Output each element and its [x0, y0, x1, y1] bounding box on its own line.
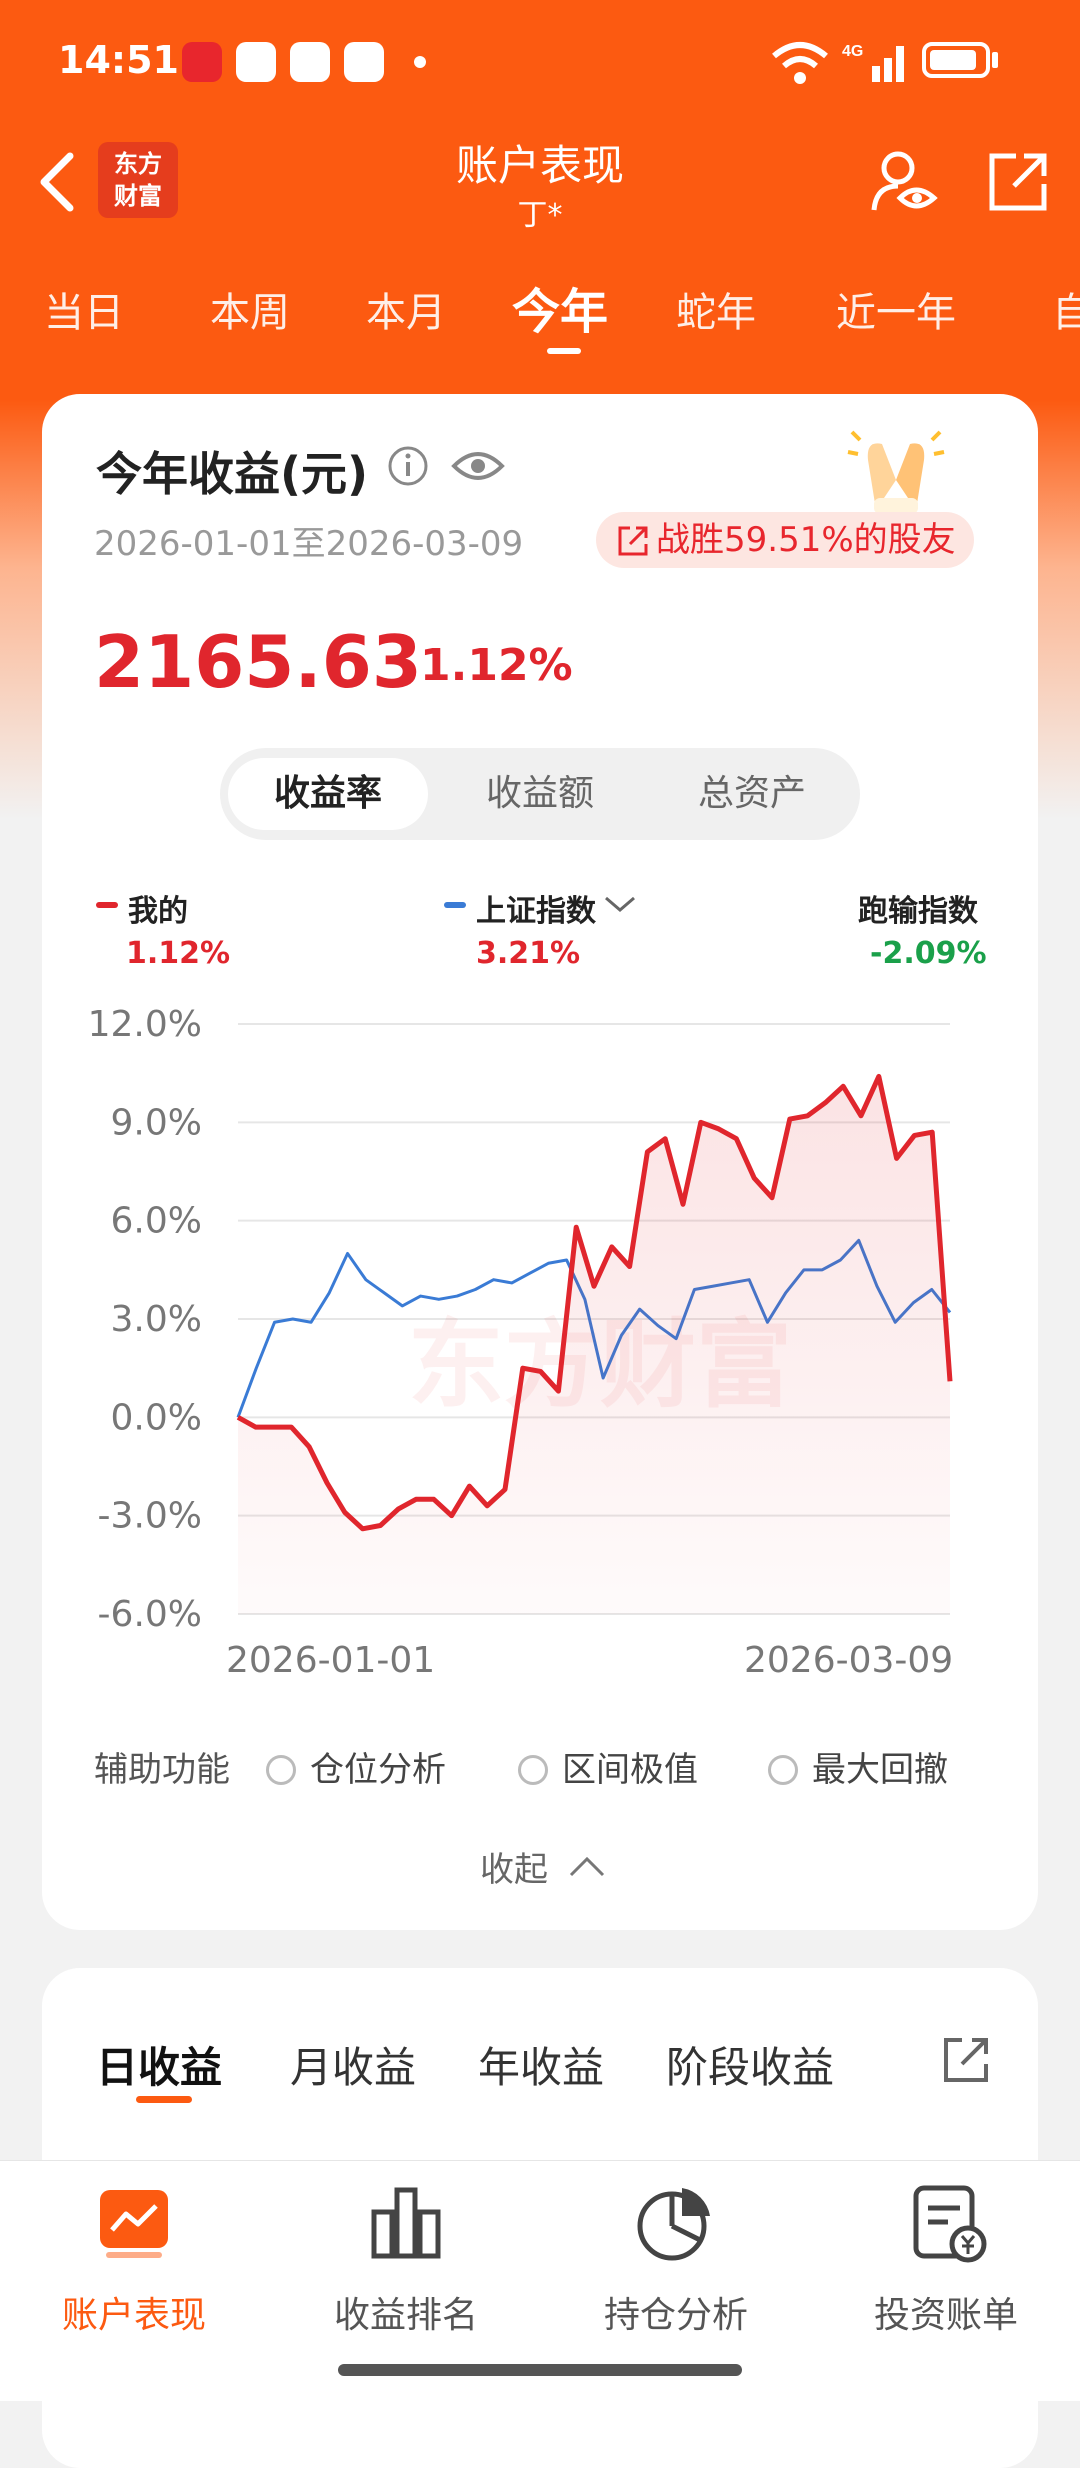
- y-tick-label: 12.0%: [88, 1004, 202, 1045]
- radio-icon: [768, 1755, 798, 1785]
- y-tick-label: -6.0%: [98, 1594, 202, 1635]
- option-max-drawdown[interactable]: 最大回撤: [768, 1742, 948, 1791]
- nav-return-ranking[interactable]: 收益排名: [296, 2178, 516, 2336]
- option-range-extremes[interactable]: 区间极值: [518, 1742, 698, 1791]
- collapse-label: 收起: [480, 1850, 548, 1890]
- tab-monthly-returns[interactable]: 月收益: [290, 2034, 416, 2095]
- returns-tab-indicator: [136, 2096, 192, 2103]
- radio-icon: [266, 1755, 296, 1785]
- nav-label: 收益排名: [333, 2295, 478, 2336]
- nav-holding-analysis[interactable]: 持仓分析: [566, 2178, 786, 2336]
- home-indicator: [338, 2364, 742, 2376]
- x-axis-start-label: 2026-01-01: [226, 1640, 435, 1681]
- performance-chart-icon: [100, 2190, 168, 2258]
- nav-label: 投资账单: [873, 2295, 1018, 2336]
- return-line-chart: 12.0%9.0%6.0%3.0%0.0%-3.0%-6.0% 东方财富 202…: [88, 1004, 954, 1681]
- option-label: 区间极值: [562, 1750, 698, 1790]
- radio-icon: [518, 1755, 548, 1785]
- aux-functions-label: 辅助功能: [94, 1750, 230, 1790]
- y-tick-label: 0.0%: [111, 1397, 202, 1438]
- tab-daily-returns[interactable]: 日收益: [96, 2034, 222, 2095]
- tab-yearly-returns[interactable]: 年收益: [478, 2034, 604, 2095]
- option-label: 最大回撤: [812, 1750, 948, 1790]
- y-tick-label: 6.0%: [111, 1201, 202, 1242]
- collapse-button[interactable]: 收起: [480, 1842, 607, 1891]
- chevron-up-icon: [569, 1856, 604, 1877]
- nav-label: 持仓分析: [603, 2295, 748, 2336]
- bar-chart-icon: [371, 2187, 441, 2259]
- y-tick-label: 9.0%: [111, 1102, 202, 1143]
- nav-label: 账户表现: [61, 2295, 206, 2336]
- option-position-analysis[interactable]: 仓位分析: [266, 1742, 446, 1791]
- share-icon[interactable]: [940, 2034, 992, 2086]
- option-label: 仓位分析: [310, 1750, 446, 1790]
- y-tick-label: 3.0%: [111, 1299, 202, 1340]
- mine-series-area: [238, 1076, 950, 1614]
- pie-chart-icon: [637, 2188, 710, 2261]
- y-tick-label: -3.0%: [98, 1496, 202, 1537]
- bill-icon: [913, 2185, 987, 2263]
- tab-period-returns[interactable]: 阶段收益: [666, 2034, 834, 2095]
- nav-account-performance[interactable]: 账户表现: [24, 2178, 244, 2336]
- x-axis-end-label: 2026-03-09: [744, 1640, 953, 1681]
- nav-investment-statement[interactable]: 投资账单: [836, 2178, 1056, 2336]
